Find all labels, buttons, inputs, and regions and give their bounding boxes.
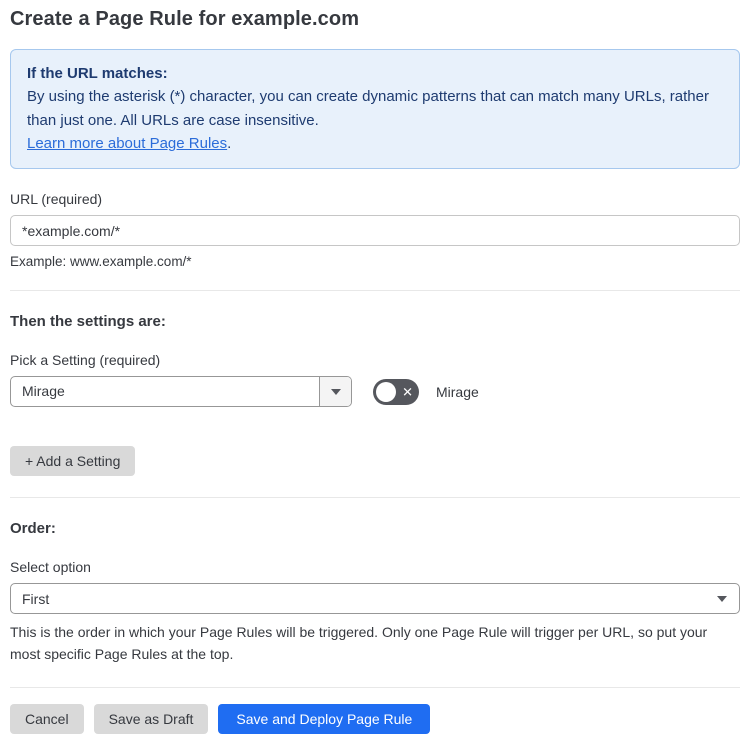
url-field-label: URL (required) bbox=[10, 191, 103, 207]
add-setting-button[interactable]: + Add a Setting bbox=[10, 446, 136, 476]
info-box-body: By using the asterisk (*) character, you… bbox=[27, 88, 709, 129]
divider bbox=[10, 686, 740, 688]
chevron-down-icon bbox=[717, 595, 727, 602]
divider bbox=[10, 290, 740, 291]
setting-select-value: Mirage bbox=[22, 383, 65, 399]
url-input[interactable] bbox=[10, 215, 740, 246]
order-select-value: First bbox=[22, 590, 50, 607]
order-section-heading: Order: bbox=[10, 520, 56, 537]
toggle-label: Mirage bbox=[436, 383, 479, 400]
chevron-down-icon bbox=[330, 388, 341, 395]
cancel-button[interactable]: Cancel bbox=[10, 703, 84, 734]
order-help-text: This is the order in which your Page Rul… bbox=[10, 624, 708, 663]
setting-select-arrow-button[interactable] bbox=[319, 377, 351, 406]
toggle-knob bbox=[376, 381, 396, 402]
footer-actions: Cancel Save as Draft Save and Deploy Pag… bbox=[10, 703, 740, 734]
x-icon: ✕ bbox=[402, 384, 413, 399]
pick-setting-label: Pick a Setting (required) bbox=[10, 352, 161, 368]
link-suffix: . bbox=[227, 134, 232, 152]
create-page-rule-form: Create a Page Rule for example.com If th… bbox=[0, 0, 750, 734]
mirage-toggle[interactable]: ✕ bbox=[373, 378, 419, 405]
info-box-link-line: Learn more about Page Rules. bbox=[27, 132, 723, 155]
page-title: Create a Page Rule for example.com bbox=[10, 8, 360, 30]
learn-more-link[interactable]: Learn more about Page Rules bbox=[27, 135, 227, 152]
setting-row: Mirage ✕ Mirage bbox=[10, 376, 740, 407]
settings-section-heading: Then the settings are: bbox=[10, 313, 166, 330]
order-select-label: Select option bbox=[10, 559, 91, 575]
url-matches-info-box: If the URL matches: By using the asteris… bbox=[10, 49, 740, 169]
save-and-deploy-button[interactable]: Save and Deploy Page Rule bbox=[218, 703, 431, 734]
divider bbox=[10, 497, 740, 498]
url-example-text: Example: www.example.com/* bbox=[10, 254, 192, 269]
setting-select[interactable]: Mirage bbox=[10, 376, 352, 407]
info-box-heading: If the URL matches: bbox=[27, 65, 168, 82]
save-as-draft-button[interactable]: Save as Draft bbox=[93, 703, 209, 734]
order-select[interactable]: First bbox=[10, 583, 740, 614]
